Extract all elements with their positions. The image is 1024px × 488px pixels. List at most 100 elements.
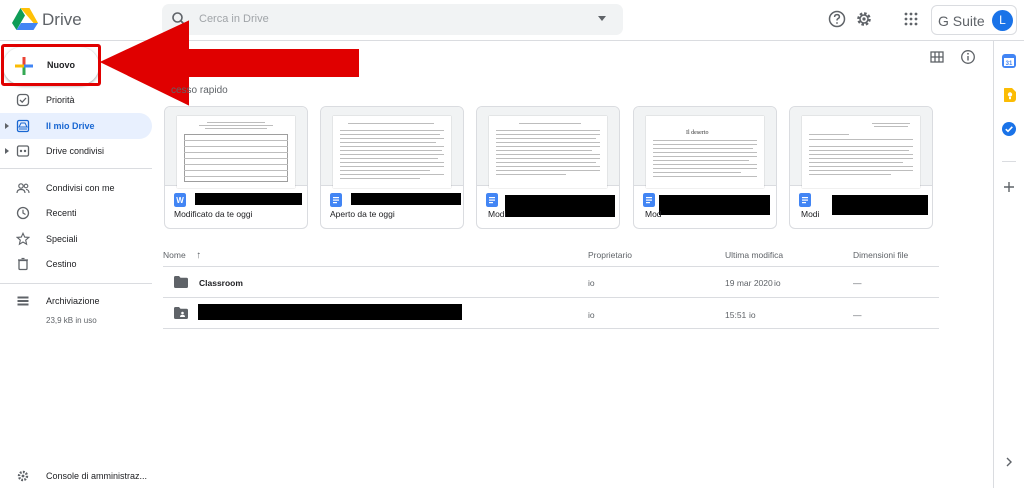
word-doc-icon: W [174, 193, 186, 207]
redacted-filename [659, 195, 770, 215]
preview-heading: Il deserto [686, 130, 709, 136]
redacted-filename [351, 193, 461, 205]
annotation-highlight-box [1, 44, 101, 86]
column-header-name[interactable]: Nome ↑ [163, 250, 201, 261]
sidebar-item-shared-with-me[interactable]: Condivisi con me [0, 175, 152, 201]
file-thumbnail [790, 107, 932, 188]
app-name[interactable]: Drive [42, 10, 82, 30]
redacted-filename [198, 304, 462, 320]
quick-access-title: cesso rapido [171, 85, 228, 96]
sidebar-item-label: Speciali [46, 234, 78, 244]
quick-access-card[interactable]: Modi [789, 106, 933, 229]
file-modified: 19 mar 2020 [725, 278, 773, 288]
card-subtitle: Aperto da te oggi [330, 209, 395, 219]
info-icon[interactable] [960, 49, 976, 65]
document-preview: Il deserto [646, 116, 764, 188]
sidebar-item-label: Priorità [46, 95, 75, 105]
file-owner: io [588, 278, 595, 288]
tasks-icon[interactable] [1002, 122, 1016, 136]
file-modified: 15:51 [725, 310, 747, 320]
card-subtitle: Modificato da te oggi [174, 209, 253, 219]
column-header-label: Nome [163, 250, 186, 260]
redacted-filename [832, 195, 928, 215]
quick-access-card[interactable]: Il deserto Mod [633, 106, 777, 229]
account-switcher[interactable]: G Suite L [931, 5, 1017, 35]
quick-access-card[interactable]: W Modificato da te oggi [164, 106, 308, 229]
google-doc-icon [486, 193, 498, 207]
google-doc-icon [799, 193, 811, 207]
redacted-filename [505, 195, 615, 217]
sidebar-item-admin-console[interactable]: Console di amministraz... [0, 463, 160, 488]
column-header-file-size[interactable]: Dimensioni file [853, 250, 908, 260]
apps-grid-icon[interactable] [901, 9, 921, 29]
file-thumbnail: Il deserto [634, 107, 776, 188]
expand-arrow-icon[interactable] [5, 123, 9, 129]
row-divider [163, 328, 939, 329]
file-thumbnail [165, 107, 307, 188]
row-divider [163, 266, 939, 267]
document-preview [802, 116, 920, 188]
drive-logo-icon[interactable] [12, 7, 38, 31]
annotation-arrow-icon [100, 20, 359, 106]
keep-icon[interactable] [1002, 88, 1016, 102]
document-preview [177, 116, 295, 188]
settings-gear-icon[interactable] [854, 9, 874, 29]
file-name: Classroom [199, 278, 243, 288]
expand-panel-chevron-icon[interactable] [1002, 455, 1016, 469]
shared-drives-icon [16, 145, 30, 157]
expand-arrow-icon[interactable] [5, 148, 9, 154]
sidebar-divider [0, 168, 152, 169]
side-panel-rail: 31 [993, 41, 1024, 488]
grid-view-icon[interactable] [929, 49, 945, 65]
storage-usage-text: 23,9 kB in uso [46, 316, 97, 325]
quick-access-card[interactable]: Modi [476, 106, 620, 229]
sidebar-item-label: Drive condivisi [46, 146, 105, 156]
file-modified-by: io [749, 310, 756, 320]
column-header-owner[interactable]: Proprietario [588, 250, 632, 260]
sidebar-item-label: Console di amministraz... [46, 471, 148, 481]
calendar-icon[interactable]: 31 [1002, 54, 1016, 68]
my-drive-icon [16, 119, 30, 133]
avatar[interactable]: L [992, 10, 1013, 31]
file-thumbnail [477, 107, 619, 188]
gsuite-label: G Suite [938, 13, 985, 29]
sidebar-item-recent[interactable]: Recenti [0, 200, 152, 226]
google-doc-icon [330, 193, 342, 207]
sidebar-item-trash[interactable]: Cestino [0, 251, 152, 277]
sidebar-item-shared-drives[interactable]: Drive condivisi [0, 138, 152, 164]
file-size: — [853, 310, 862, 320]
card-subtitle: Modi [801, 209, 820, 219]
sidebar-item-label: Cestino [46, 259, 77, 269]
svg-text:W: W [176, 196, 184, 205]
sidebar-item-my-drive[interactable]: Il mio Drive [0, 113, 152, 139]
card-subtitle: Mod [645, 209, 662, 219]
sidebar-item-label: Il mio Drive [46, 121, 95, 131]
file-owner: io [588, 310, 595, 320]
svg-text:31: 31 [1006, 61, 1013, 67]
document-preview [489, 116, 607, 188]
sidebar-item-storage[interactable]: Archiviazione [0, 288, 152, 314]
sidebar-item-label: Archiviazione [46, 296, 100, 306]
folder-icon [174, 276, 188, 288]
file-thumbnail [321, 107, 463, 188]
clock-icon [16, 206, 30, 220]
sidebar-item-label: Condivisi con me [46, 183, 115, 193]
sort-arrow-up-icon[interactable]: ↑ [196, 250, 201, 261]
rail-divider [1002, 161, 1016, 162]
file-modified-by: io [774, 278, 781, 288]
trash-icon [18, 257, 28, 271]
google-doc-icon [643, 193, 655, 207]
shared-folder-icon [174, 307, 188, 319]
file-size: — [853, 278, 862, 288]
quick-access-card[interactable]: Aperto da te oggi [320, 106, 464, 229]
search-options-caret-icon[interactable] [598, 16, 606, 21]
card-subtitle: Modi [488, 209, 507, 219]
add-addon-plus-icon[interactable] [1002, 180, 1016, 194]
sidebar-item-label: Recenti [46, 208, 77, 218]
admin-gear-icon [17, 470, 29, 482]
column-header-last-modified[interactable]: Ultima modifica [725, 250, 783, 260]
row-divider [163, 297, 939, 298]
sidebar-item-starred[interactable]: Speciali [0, 226, 152, 252]
document-preview [333, 116, 451, 188]
help-icon[interactable] [827, 9, 847, 29]
